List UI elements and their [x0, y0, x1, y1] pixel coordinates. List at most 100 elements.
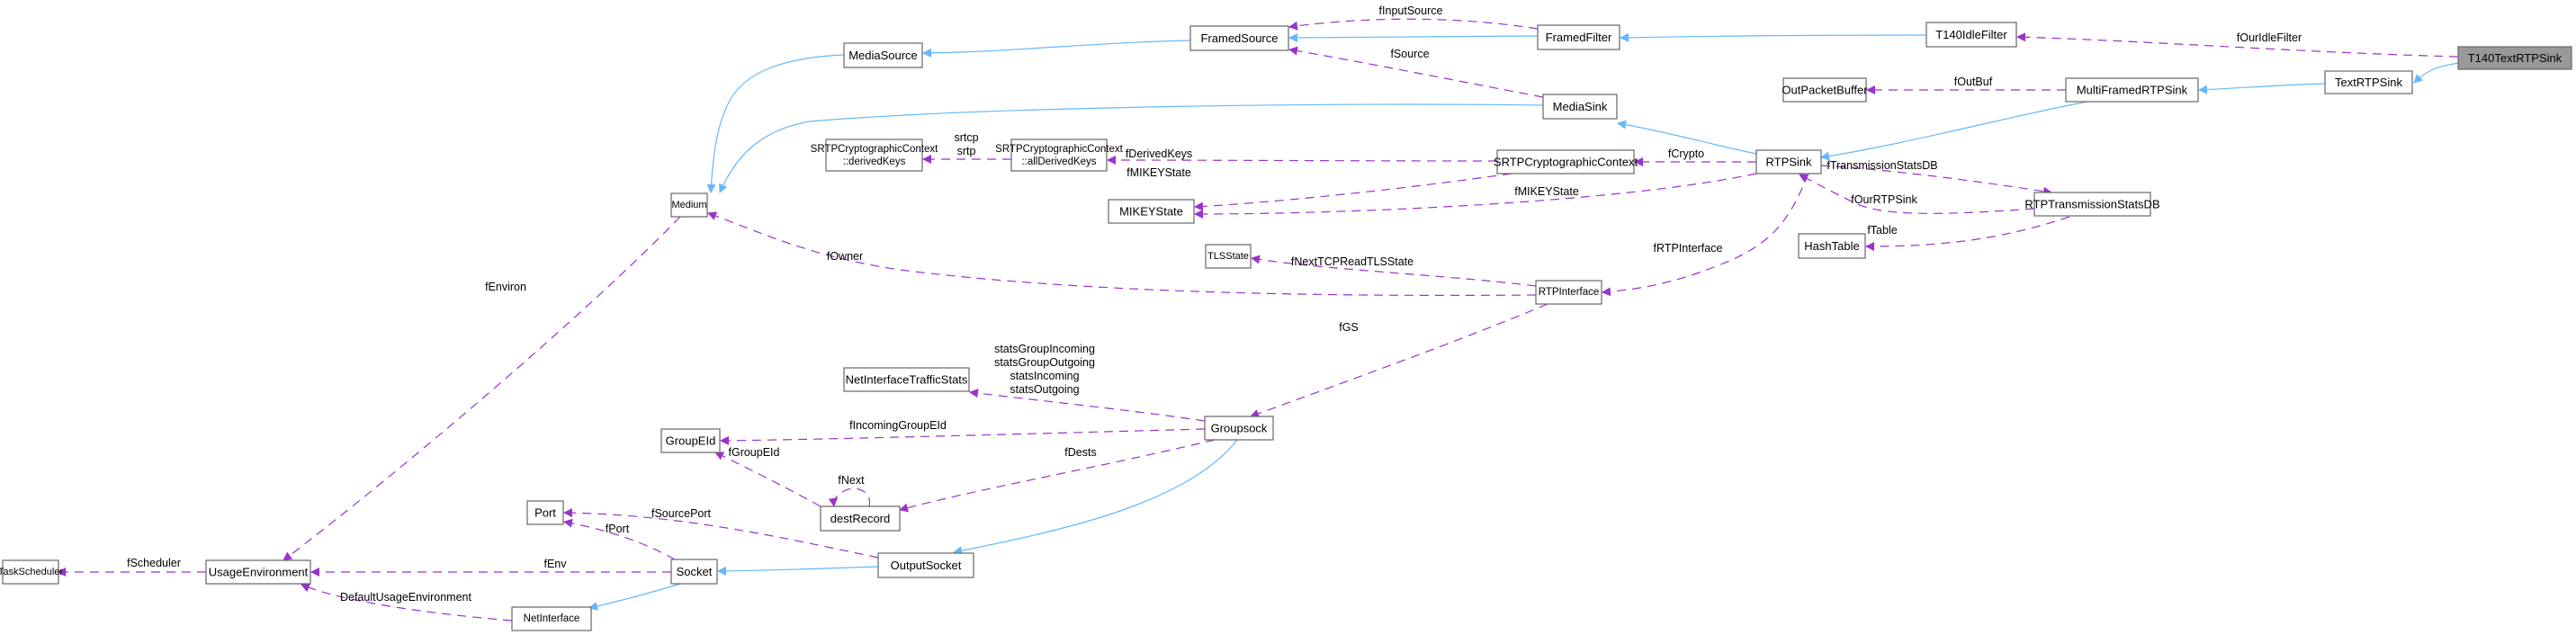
node-label-line1: SRTPCryptographicContext: [811, 144, 938, 155]
label-fOutBuf: fOutBuf: [1954, 76, 1993, 88]
node-label: TaskScheduler: [0, 567, 63, 577]
node-rtpsink[interactable]: RTPSink: [1755, 149, 1822, 174]
node-alldrivedkeys[interactable]: SRTPCryptographicContext ::allDerivedKey…: [995, 139, 1124, 172]
edge-labels: fOurIdleFilter fOutBuf fInputSource fSou…: [127, 4, 2302, 604]
label-fTransmissionStatsDB: fTransmissionStatsDB: [1827, 159, 1937, 172]
label-fDerivedKeys: fDerivedKeys: [1126, 148, 1192, 160]
node-t140textrtpsink[interactable]: T140TextRTPSink: [2457, 46, 2572, 70]
edge-multiframed-base: [2198, 83, 2326, 94]
node-label: Groupsock: [1211, 422, 1268, 435]
label-fGS: fGS: [1339, 321, 1359, 334]
node-rtpinterface[interactable]: RTPInterface: [1535, 280, 1602, 305]
node-mediasink[interactable]: MediaSink: [1542, 94, 1618, 120]
node-label: NetInterfaceTrafficStats: [846, 373, 968, 387]
node-label: MediaSource: [848, 49, 918, 62]
edge-fMIKEYState-sink: [1194, 173, 1757, 219]
node-usageenvironment[interactable]: UsageEnvironment: [205, 559, 311, 585]
label-statsIncoming: statsIncoming: [1010, 370, 1079, 382]
node-rtptransmissionstatsdb[interactable]: RTPTransmissionStatsDB: [2024, 192, 2160, 217]
label-fMIKEYState-sink: fMIKEYState: [1514, 185, 1579, 198]
node-label: MultiFramedRTPSink: [2077, 84, 2188, 97]
edge-framedsource-base: [1288, 32, 1539, 42]
node-label: T140IdleFilter: [1935, 28, 2007, 41]
edges: [57, 18, 2459, 622]
node-label: RTPTransmissionStatsDB: [2024, 198, 2159, 211]
edge-fInputSource: [1288, 18, 1539, 31]
node-netinterfacetrafficstats[interactable]: NetInterfaceTrafficStats: [843, 367, 970, 392]
node-label: TextRTPSink: [2335, 76, 2402, 89]
label-fEnv: fEnv: [543, 558, 567, 570]
label-fTable: fTable: [1867, 224, 1897, 237]
edge-rtpsink-base: [1820, 101, 2088, 161]
label-statsGroupOutgoing: statsGroupOutgoing: [994, 356, 1095, 369]
node-label: GroupEId: [666, 434, 716, 448]
node-label: Medium: [671, 200, 706, 210]
label-DefaultUsageEnvironment: DefaultUsageEnvironment: [340, 591, 471, 604]
node-groupeid[interactable]: GroupEId: [660, 428, 721, 453]
node-netinterface[interactable]: NetInterface: [511, 606, 592, 631]
edge-mediasource-base: [922, 40, 1191, 58]
label-srtcp: srtcp: [954, 131, 978, 144]
edge-fIncomingGroupEId: [720, 428, 1206, 445]
label-fInputSource: fInputSource: [1379, 4, 1443, 17]
label-fIncomingGroupEId: fIncomingGroupEId: [849, 419, 947, 432]
node-taskscheduler[interactable]: TaskScheduler: [0, 559, 63, 585]
node-multiframedrtpsink[interactable]: MultiFramedRTPSink: [2065, 77, 2199, 103]
edge-fMIKEYState-ctx: [1194, 173, 1512, 211]
label-fDests: fDests: [1064, 446, 1096, 459]
node-label: T140TextRTPSink: [2468, 51, 2563, 65]
label-statsOutgoing: statsOutgoing: [1010, 383, 1079, 396]
node-hashtable[interactable]: HashTable: [1798, 233, 1866, 259]
node-label-line2: ::derivedKeys: [843, 157, 906, 167]
node-t140idlefilter[interactable]: T140IdleFilter: [1925, 22, 2017, 48]
node-srtpcryptographiccontext[interactable]: SRTPCryptographicContext: [1494, 149, 1638, 174]
node-label: RTPSink: [1765, 156, 1812, 169]
node-tlsstate[interactable]: TLSState: [1205, 244, 1252, 269]
edge-fEnviron: [283, 216, 681, 561]
node-medium[interactable]: Medium: [670, 192, 708, 218]
node-destrecord[interactable]: destRecord: [820, 505, 901, 532]
label-fScheduler: fScheduler: [127, 557, 181, 569]
edge-fNext: [828, 487, 871, 507]
label-fPort: fPort: [606, 523, 630, 535]
edge-netinterface-base: [588, 582, 685, 611]
node-label: OutPacketBuffer: [1782, 84, 1868, 97]
node-label: SRTPCryptographicContext: [1494, 156, 1638, 169]
node-framedfilter[interactable]: FramedFilter: [1537, 24, 1620, 50]
node-framedsource[interactable]: FramedSource: [1189, 25, 1289, 51]
node-label: FramedFilter: [1546, 31, 1612, 44]
node-groupsock[interactable]: Groupsock: [1204, 416, 1274, 441]
node-label: NetInterface: [524, 613, 580, 624]
nodes: T140TextRTPSink TextRTPSink T140IdleFilt…: [0, 22, 2572, 631]
label-fOurIdleFilter: fOurIdleFilter: [2237, 31, 2302, 44]
node-port[interactable]: Port: [526, 500, 564, 525]
label-fMIKEYState-ctx: fMIKEYState: [1126, 166, 1191, 179]
node-outpacketbuffer[interactable]: OutPacketBuffer: [1782, 77, 1868, 103]
edge-fGS: [1250, 303, 1548, 418]
label-fEnviron: fEnviron: [485, 281, 526, 293]
node-outputsocket[interactable]: OutputSocket: [877, 552, 974, 578]
node-label: Port: [534, 506, 556, 520]
label-fGroupEId: fGroupEId: [729, 446, 780, 459]
node-mediasource[interactable]: MediaSource: [843, 42, 923, 68]
node-socket[interactable]: Socket: [670, 559, 718, 585]
node-textrtpsink[interactable]: TextRTPSink: [2324, 70, 2413, 94]
label-fSourcePort: fSourcePort: [651, 507, 712, 520]
node-label: TLSState: [1207, 251, 1249, 262]
node-mikeystate[interactable]: MIKEYState: [1108, 199, 1195, 224]
node-label: HashTable: [1804, 239, 1859, 253]
edge-textrtpsink-base: [2413, 62, 2459, 84]
label-fCrypto: fCrypto: [1668, 148, 1704, 160]
node-derivedkeys[interactable]: SRTPCryptographicContext ::derivedKeys: [811, 139, 938, 172]
edge-fDests: [899, 439, 1216, 513]
node-label: RTPInterface: [1539, 287, 1600, 298]
label-statsGroupIncoming: statsGroupIncoming: [994, 343, 1095, 355]
edge-fDerivedKeys: [1107, 156, 1498, 165]
node-label: Socket: [677, 565, 713, 578]
collaboration-diagram: fOurIdleFilter fOutBuf fInputSource fSou…: [0, 4, 2572, 631]
label-fRTPInterface: fRTPInterface: [1654, 242, 1723, 255]
node-label: MIKEYState: [1119, 205, 1183, 219]
label-fOurRTPSink: fOurRTPSink: [1851, 193, 1917, 206]
node-label: MediaSink: [1553, 100, 1608, 113]
node-label: FramedSource: [1201, 31, 1279, 45]
